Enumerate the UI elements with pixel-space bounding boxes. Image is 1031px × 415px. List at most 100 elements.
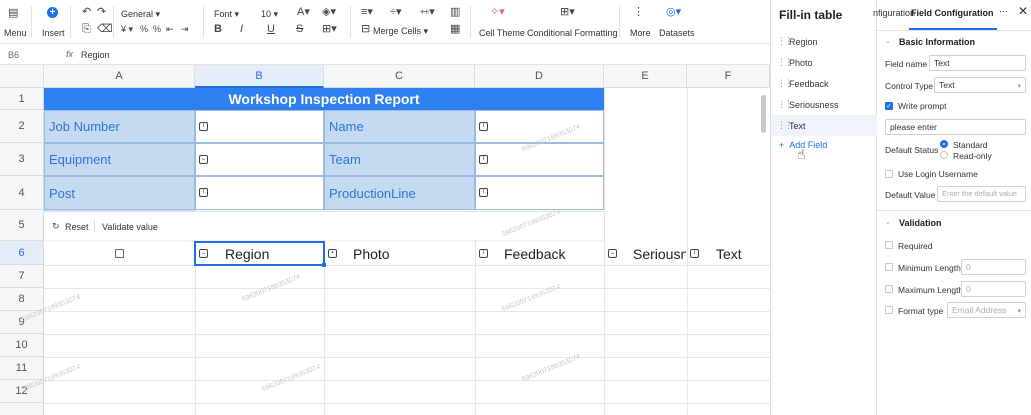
merge-cells-icon[interactable]: ⊟ xyxy=(361,24,370,35)
conditional-formatting-button[interactable]: Conditional Formatting xyxy=(527,28,618,38)
row-checkbox[interactable] xyxy=(115,249,124,258)
percent-icon[interactable]: % xyxy=(140,24,148,35)
number-format-select[interactable]: General ▾ xyxy=(121,9,160,20)
collapse-icon[interactable]: ⌄ xyxy=(885,37,891,45)
menu-icon[interactable]: ▤ xyxy=(8,8,18,19)
use-login-username-checkbox[interactable] xyxy=(885,170,893,178)
input-cell-production-line[interactable]: T xyxy=(475,176,604,210)
spreadsheet-grid[interactable]: A B C D E F 1 2 3 4 5 6 7 8 9 10 11 12 W… xyxy=(0,65,770,415)
insert-button[interactable]: Insert xyxy=(42,28,65,38)
formula-input[interactable]: Region xyxy=(81,50,110,60)
tab-table-configuration[interactable]: nfiguration xyxy=(873,8,915,18)
cell-reference[interactable]: B6 xyxy=(8,50,19,60)
close-icon[interactable]: ✕ xyxy=(1018,4,1028,18)
minimum-length-input[interactable]: 0 xyxy=(961,259,1026,275)
column-header-f[interactable]: F xyxy=(687,65,770,88)
section-validation[interactable]: Validation xyxy=(899,218,942,228)
standard-radio[interactable] xyxy=(940,140,948,148)
row-header-10[interactable]: 10 xyxy=(0,334,44,357)
maximum-length-input[interactable]: 0 xyxy=(961,281,1026,297)
column-header-a[interactable]: A xyxy=(44,65,195,88)
row-header-6[interactable]: 6 xyxy=(0,241,44,265)
select-all-corner[interactable] xyxy=(0,65,44,88)
format-type-select[interactable]: Email Address ▾ xyxy=(947,302,1026,318)
column-header-e[interactable]: E xyxy=(604,65,687,88)
default-value-input[interactable]: Enter the default value xyxy=(937,186,1026,202)
merge-cells-button[interactable]: Merge Cells ▾ xyxy=(373,26,428,37)
more-button[interactable]: More xyxy=(630,28,651,38)
field-name-input[interactable]: Text xyxy=(929,55,1026,71)
conditional-formatting-icon[interactable]: ⊞▾ xyxy=(560,7,575,18)
validate-button[interactable]: Validate value xyxy=(102,222,158,232)
collapse-icon[interactable]: ⌄ xyxy=(885,218,891,226)
wrap-icon[interactable]: ▥ xyxy=(450,7,460,18)
thousands-icon[interactable]: % xyxy=(153,24,161,35)
prompt-input[interactable]: please enter xyxy=(885,119,1026,135)
row-header-3[interactable]: 3 xyxy=(0,143,44,176)
maximum-length-checkbox[interactable] xyxy=(885,285,893,293)
format-type-checkbox[interactable] xyxy=(885,306,893,314)
column-header-c[interactable]: C xyxy=(324,65,475,88)
clear-format-icon[interactable]: ⌫ xyxy=(97,24,113,35)
column-header-d[interactable]: D xyxy=(475,65,604,88)
row-header-2[interactable]: 2 xyxy=(0,110,44,143)
field-item-text[interactable]: ⋮⋮ Text xyxy=(771,115,877,136)
input-cell-team[interactable]: T xyxy=(475,143,604,176)
undo-icon[interactable]: ↶ xyxy=(82,7,91,18)
underline-icon[interactable]: U xyxy=(267,24,275,35)
row-header-8[interactable]: 8 xyxy=(0,288,44,311)
write-prompt-checkbox[interactable]: ✓ xyxy=(885,102,893,110)
align-left-icon[interactable]: ≡▾ xyxy=(361,7,373,18)
read-only-radio[interactable] xyxy=(940,151,948,159)
bold-icon[interactable]: B xyxy=(214,24,222,35)
tab-field-configuration[interactable]: Field Configuration xyxy=(911,8,994,18)
cell-theme-button[interactable]: Cell Theme xyxy=(479,28,525,38)
borders-icon[interactable]: ⊞▾ xyxy=(322,24,337,35)
decrease-decimal-icon[interactable]: ⇤ xyxy=(166,24,174,35)
input-cell-equipment[interactable]: ⌄ xyxy=(195,143,324,176)
format-type-label: Format type xyxy=(898,306,944,316)
row-header-11[interactable]: 11 xyxy=(0,357,44,380)
font-select[interactable]: Font ▾ xyxy=(214,9,239,20)
font-size-select[interactable]: 10 ▾ xyxy=(261,9,278,20)
row-header-7[interactable]: 7 xyxy=(0,265,44,288)
currency-icon[interactable]: ¥ ▾ xyxy=(121,24,133,35)
text-direction-icon[interactable]: ⇿▾ xyxy=(420,7,435,18)
cell-theme-icon[interactable]: ✧▾ xyxy=(490,7,505,18)
font-color-icon[interactable]: A▾ xyxy=(297,7,310,18)
field-item-feedback[interactable]: ⋮⋮ Feedback xyxy=(771,73,877,94)
formula-bar: B6 fx Region xyxy=(0,44,770,65)
vertical-align-icon[interactable]: ÷▾ xyxy=(390,7,402,18)
reset-button[interactable]: Reset xyxy=(65,222,89,232)
format-painter-icon[interactable]: ⎘ xyxy=(82,24,91,35)
input-cell-job-number[interactable]: T xyxy=(195,110,324,143)
more-icon[interactable]: ⋮ xyxy=(633,7,644,18)
strikethrough-icon[interactable]: S xyxy=(296,24,303,35)
insert-icon[interactable]: + xyxy=(47,7,58,18)
vertical-scrollbar[interactable] xyxy=(761,95,766,133)
italic-icon[interactable]: I xyxy=(240,24,243,35)
freeze-icon[interactable]: ▦ xyxy=(450,24,460,35)
row-header-5[interactable]: 5 xyxy=(0,210,44,241)
row-header-1[interactable]: 1 xyxy=(0,88,44,110)
dropdown-field-icon: ⌄ xyxy=(199,155,208,164)
datasets-icon[interactable]: ◎▾ xyxy=(666,7,681,18)
increase-decimal-icon[interactable]: ⇥ xyxy=(181,24,189,35)
control-type-select[interactable]: Text ▾ xyxy=(934,77,1026,93)
minimum-length-checkbox[interactable] xyxy=(885,263,893,271)
column-header-b[interactable]: B xyxy=(195,65,324,88)
more-options-icon[interactable]: ··· xyxy=(999,6,1008,16)
menu-button[interactable]: Menu xyxy=(4,28,27,38)
reset-icon[interactable]: ↻ xyxy=(52,221,60,232)
section-basic-info[interactable]: Basic Information xyxy=(899,37,975,47)
input-cell-post[interactable]: T xyxy=(195,176,324,210)
field-item-region[interactable]: ⋮⋮ Region xyxy=(771,31,877,52)
row-header-4[interactable]: 4 xyxy=(0,176,44,210)
redo-icon[interactable]: ↷ xyxy=(97,7,106,18)
field-item-photo[interactable]: ⋮⋮ Photo xyxy=(771,52,877,73)
field-item-seriousness[interactable]: ⋮⋮ Seriousness xyxy=(771,94,877,115)
fill-handle[interactable] xyxy=(322,263,326,267)
fill-color-icon[interactable]: ◈▾ xyxy=(322,7,336,18)
required-checkbox[interactable] xyxy=(885,241,893,249)
datasets-button[interactable]: Datasets xyxy=(659,28,695,38)
